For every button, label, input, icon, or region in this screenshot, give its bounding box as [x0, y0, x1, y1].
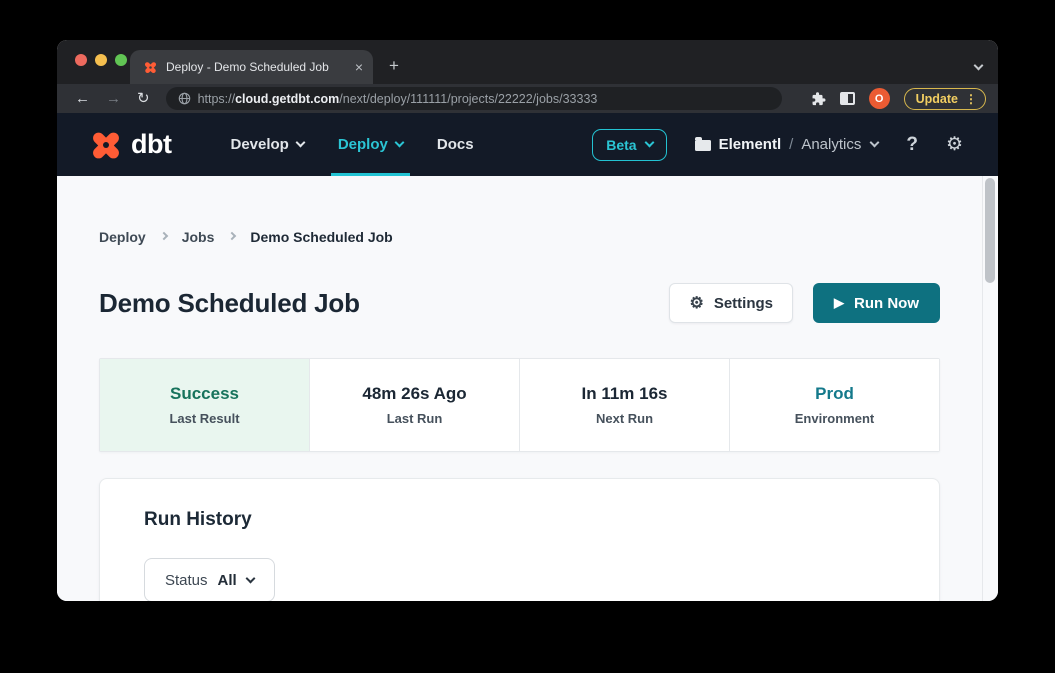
url-scheme: https:// [198, 92, 236, 106]
gear-icon[interactable]: ⚙ [946, 133, 963, 156]
tab-title: Deploy - Demo Scheduled Job [166, 60, 347, 74]
chevron-down-icon [295, 138, 305, 148]
chevron-right-icon [159, 232, 167, 240]
minimize-window-button[interactable] [95, 54, 107, 66]
reload-icon[interactable]: ↻ [137, 91, 150, 106]
side-panel-icon[interactable] [840, 92, 855, 105]
scrollbar-track [982, 176, 983, 601]
title-row: Demo Scheduled Job ⚙ Settings ▶ Run Now [99, 283, 940, 323]
stat-value: In 11m 16s [581, 384, 667, 404]
stat-last-run: 48m 26s Ago Last Run [310, 359, 519, 451]
browser-update-button[interactable]: Update ⋮ [904, 88, 986, 110]
browser-menu-dots-icon[interactable]: ⋮ [965, 92, 977, 106]
stat-label: Next Run [596, 411, 653, 426]
status-filter-label: Status [165, 572, 208, 589]
address-bar[interactable]: https://cloud.getdbt.com/next/deploy/111… [166, 87, 782, 110]
nav-item-label: Docs [437, 136, 474, 153]
extensions-puzzle-icon[interactable] [810, 91, 826, 107]
account-name: Elementl [719, 136, 782, 153]
dbt-logo-icon [88, 127, 124, 163]
chevron-down-icon [870, 138, 880, 148]
chevron-down-icon [644, 138, 654, 148]
stat-value: Success [170, 384, 239, 404]
dbt-favicon [143, 60, 158, 75]
settings-button[interactable]: ⚙ Settings [669, 283, 793, 323]
globe-icon [178, 92, 191, 105]
page-content: Deploy Jobs Demo Scheduled Job Demo Sche… [57, 176, 998, 601]
stat-label: Environment [795, 411, 874, 426]
chevron-down-icon [245, 574, 255, 584]
back-icon[interactable]: ← [75, 91, 90, 106]
stat-value: Prod [815, 384, 854, 404]
beta-dropdown[interactable]: Beta [592, 129, 666, 161]
run-now-label: Run Now [854, 295, 919, 312]
browser-tab-strip: Deploy - Demo Scheduled Job × + [57, 40, 998, 84]
scrollbar-thumb[interactable] [985, 178, 995, 283]
url-path: /next/deploy/111111/projects/22222/jobs/… [339, 92, 597, 106]
forward-icon[interactable]: → [106, 91, 121, 106]
help-icon[interactable]: ? [906, 134, 918, 156]
breadcrumb: Deploy Jobs Demo Scheduled Job [99, 229, 940, 245]
run-history-card: Run History Status All [99, 478, 940, 601]
run-history-title: Run History [144, 509, 939, 531]
nav-item-deploy[interactable]: Deploy [321, 113, 420, 176]
url-text: https://cloud.getdbt.com/next/deploy/111… [198, 92, 598, 106]
zoom-window-button[interactable] [115, 54, 127, 66]
beta-label: Beta [606, 137, 636, 153]
window-controls [75, 54, 127, 66]
nav-item-label: Deploy [338, 136, 388, 153]
project-name: Analytics [801, 136, 861, 153]
status-filter-dropdown[interactable]: Status All [144, 558, 275, 601]
page-title: Demo Scheduled Job [99, 288, 360, 319]
stat-label: Last Result [169, 411, 239, 426]
nav-item-label: Develop [230, 136, 288, 153]
stat-value: 48m 26s Ago [362, 384, 466, 404]
close-window-button[interactable] [75, 54, 87, 66]
url-host: cloud.getdbt.com [235, 92, 339, 106]
main-nav: Develop Deploy Docs [213, 113, 490, 176]
chevron-down-icon [394, 138, 404, 148]
browser-window: Deploy - Demo Scheduled Job × + ← → ↻ ht… [57, 40, 998, 601]
breadcrumb-jobs[interactable]: Jobs [182, 229, 215, 245]
browser-tab[interactable]: Deploy - Demo Scheduled Job × [130, 50, 373, 84]
title-actions: ⚙ Settings ▶ Run Now [669, 283, 940, 323]
account-project-selector[interactable]: Elementl / Analytics [695, 136, 879, 153]
breadcrumb-current: Demo Scheduled Job [250, 229, 392, 245]
browser-toolbar: ← → ↻ https://cloud.getdbt.com/next/depl… [57, 84, 998, 113]
stat-next-run: In 11m 16s Next Run [520, 359, 729, 451]
tab-search-chevron-icon[interactable] [975, 56, 982, 74]
tab-close-icon[interactable]: × [355, 60, 363, 74]
stat-label: Last Run [387, 411, 443, 426]
run-now-button[interactable]: ▶ Run Now [813, 283, 940, 323]
stat-environment: Prod Environment [730, 359, 939, 451]
new-tab-button[interactable]: + [389, 56, 399, 76]
settings-label: Settings [714, 295, 773, 312]
nav-item-docs[interactable]: Docs [420, 113, 491, 176]
play-icon: ▶ [834, 295, 844, 311]
navbar-right: Beta Elementl / Analytics ? ⚙ [592, 129, 963, 161]
gear-icon: ⚙ [689, 293, 703, 313]
folder-icon [695, 140, 711, 151]
dbt-logo[interactable]: dbt [88, 127, 171, 163]
chevron-right-icon [228, 232, 236, 240]
toolbar-right: O Update ⋮ [810, 88, 986, 110]
stat-last-result: Success Last Result [100, 359, 309, 451]
account-separator: / [789, 136, 793, 153]
dbt-wordmark: dbt [131, 129, 171, 160]
update-label: Update [916, 92, 958, 106]
breadcrumb-deploy[interactable]: Deploy [99, 229, 146, 245]
status-filter-value: All [218, 572, 237, 589]
nav-item-develop[interactable]: Develop [213, 113, 320, 176]
job-stats-row: Success Last Result 48m 26s Ago Last Run… [99, 358, 940, 452]
dbt-navbar: dbt Develop Deploy Docs Beta Elementl [57, 113, 998, 176]
profile-avatar[interactable]: O [869, 88, 890, 109]
